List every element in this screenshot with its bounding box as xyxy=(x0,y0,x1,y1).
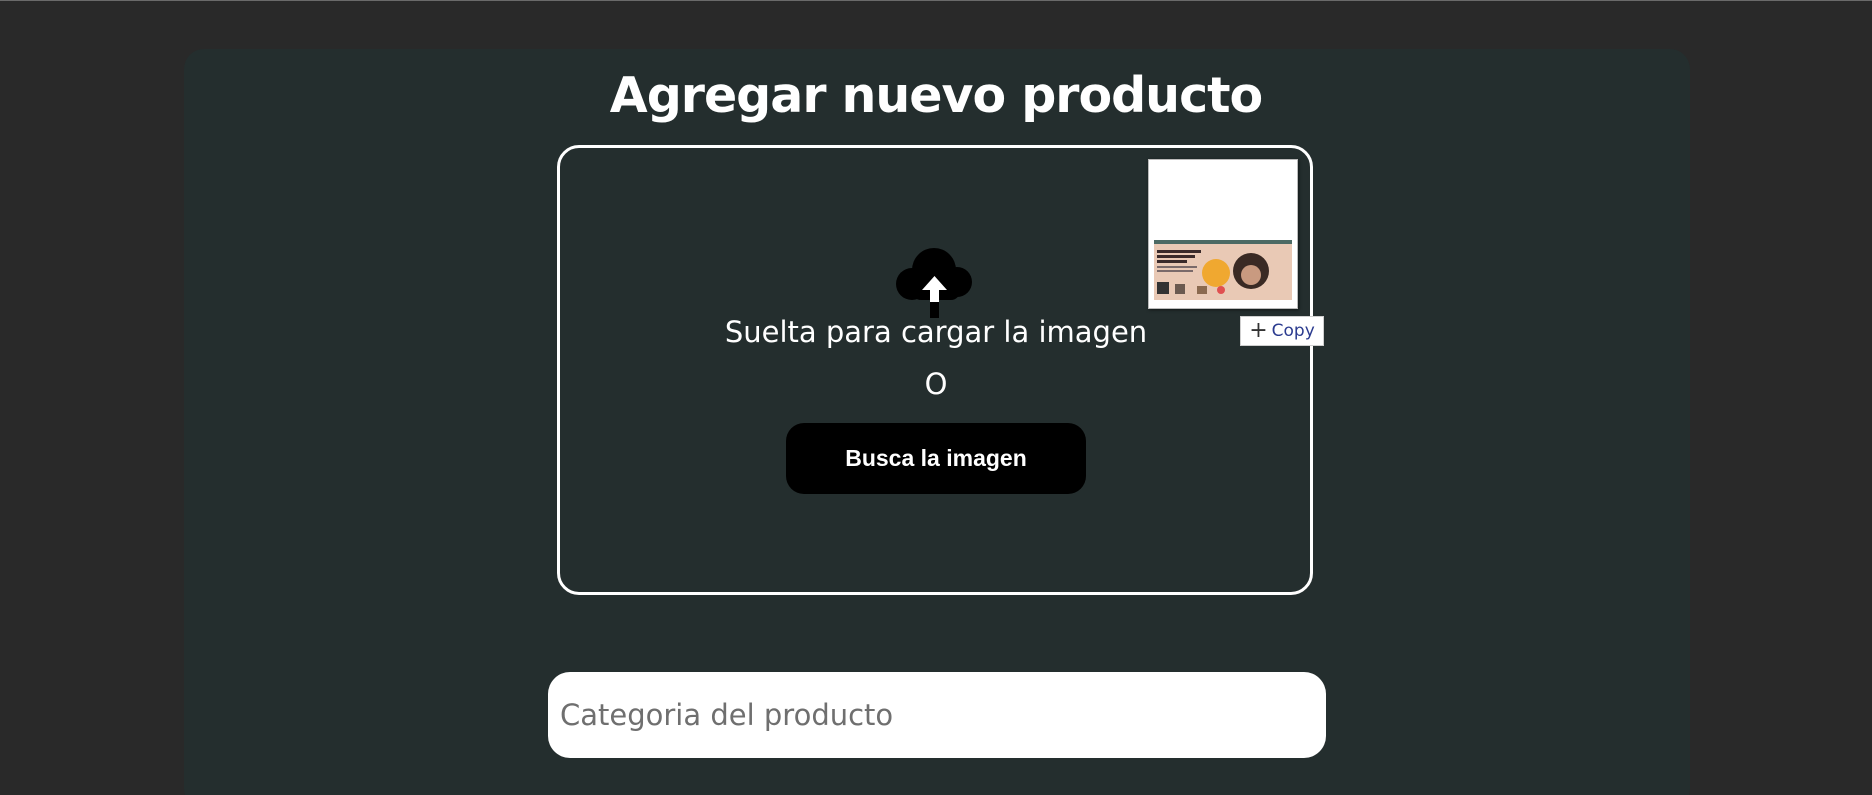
or-separator: O xyxy=(924,367,948,401)
dragged-image-preview xyxy=(1148,159,1298,309)
page-title: Agregar nuevo producto xyxy=(609,67,1263,124)
drag-copy-badge: + Copy xyxy=(1240,316,1324,346)
category-input[interactable] xyxy=(548,672,1326,758)
top-divider xyxy=(0,0,1872,1)
browse-image-button[interactable]: Busca la imagen xyxy=(786,423,1086,494)
drop-instruction: Suelta para cargar la imagen xyxy=(724,315,1148,349)
page: Agregar nuevo producto Suelta para carga… xyxy=(0,0,1872,795)
plus-icon: + xyxy=(1249,318,1268,343)
preview-thumbnail-image xyxy=(1149,160,1297,308)
cloud-upload-icon xyxy=(896,248,972,318)
copy-label: Copy xyxy=(1271,321,1315,341)
